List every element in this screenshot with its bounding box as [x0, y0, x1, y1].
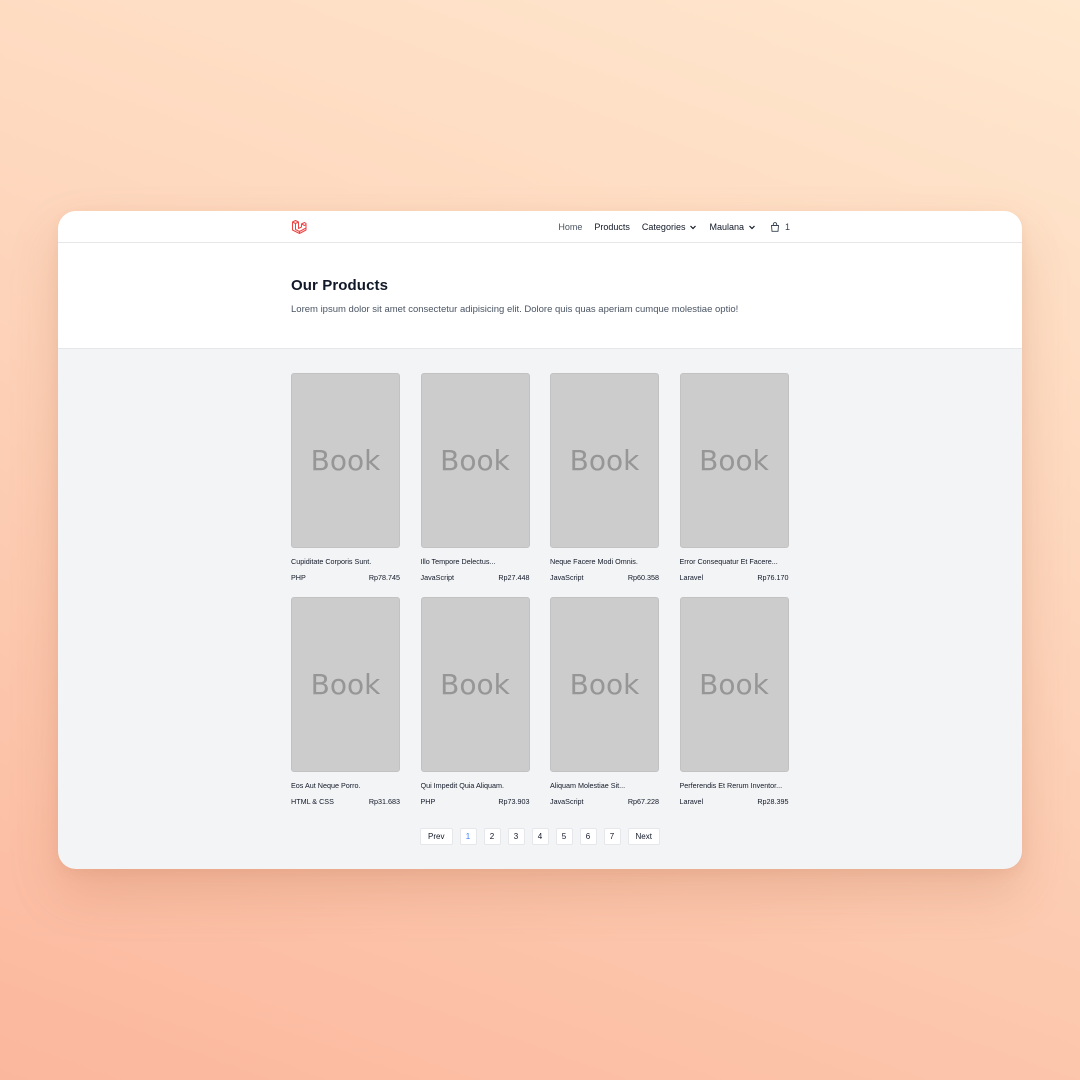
product-category: Laravel — [679, 797, 704, 806]
product-title[interactable]: Eos Aut Neque Porro. — [291, 781, 400, 790]
product-price: Rp73.903 — [498, 797, 530, 806]
product-cover-image[interactable]: Book — [291, 597, 400, 772]
product-title[interactable]: Qui Impedit Quia Aliquam. — [421, 781, 530, 790]
product-cover-placeholder: Book — [699, 444, 769, 477]
chevron-down-icon — [749, 225, 755, 230]
laravel-logo-icon[interactable] — [291, 219, 307, 235]
product-price: Rp76.170 — [757, 573, 789, 582]
product-price: Rp67.228 — [627, 797, 659, 806]
product-meta: PHP Rp78.745 — [291, 573, 400, 582]
product-card[interactable]: Book Qui Impedit Quia Aliquam. PHP Rp73.903 — [420, 597, 530, 806]
cart-count: 1 — [784, 222, 790, 232]
product-price: Rp28.395 — [757, 797, 789, 806]
product-price: Rp78.745 — [368, 573, 400, 582]
product-card[interactable]: Book Neque Facere Modi Omnis. JavaScript Rp… — [550, 373, 659, 582]
product-card[interactable]: Book Cupiditate Corporis Sunt. PHP Rp78.745 — [291, 373, 400, 582]
product-card[interactable]: Book Eos Aut Neque Porro. HTML & CSS Rp31.6… — [291, 597, 400, 806]
product-price: Rp31.683 — [368, 797, 400, 806]
pagination-next-button[interactable]: Next — [627, 828, 660, 845]
product-card[interactable]: Book Perferendis Et Rerum Inventor... Lara… — [679, 597, 789, 806]
product-meta: HTML & CSS Rp31.683 — [291, 797, 400, 806]
product-card[interactable]: Book Illo Tempore Delectus... JavaScript Rp… — [420, 373, 530, 582]
product-category: JavaScript — [550, 573, 584, 582]
product-card[interactable]: Book Aliquam Molestiae Sit... JavaScript Rp… — [550, 597, 659, 806]
product-cover-image[interactable]: Book — [420, 597, 530, 772]
pagination-page-button[interactable]: 2 — [483, 828, 501, 845]
product-cover-placeholder: Book — [569, 668, 640, 701]
product-title[interactable]: Illo Tempore Delectus... — [421, 557, 530, 566]
product-meta: Laravel Rp28.395 — [680, 797, 789, 806]
browser-window: Home Products Categories Maulana 1 Our P… — [58, 211, 1022, 869]
nav-products[interactable]: Products — [594, 222, 630, 232]
product-cover-image[interactable]: Book — [679, 597, 789, 772]
nav-categories-dropdown[interactable]: Categories — [642, 222, 698, 232]
navbar: Home Products Categories Maulana 1 — [58, 211, 1022, 243]
product-cover-placeholder: Book — [310, 668, 381, 701]
pagination-page-button[interactable]: 3 — [507, 828, 525, 845]
page-subtitle: Lorem ipsum dolor sit amet consectetur a… — [291, 304, 739, 315]
page-title: Our Products — [291, 277, 389, 294]
product-cover-placeholder: Book — [699, 668, 769, 701]
nav-user-dropdown[interactable]: Maulana — [709, 222, 756, 232]
product-title[interactable]: Neque Facere Modi Omnis. — [550, 557, 659, 566]
product-grid: Book Cupiditate Corporis Sunt. PHP Rp78.745… — [291, 373, 789, 806]
pagination-page-button[interactable]: 7 — [603, 828, 621, 845]
product-price: Rp60.358 — [627, 573, 659, 582]
main-nav: Home Products Categories Maulana 1 — [558, 211, 790, 243]
pagination-page-button[interactable]: 4 — [531, 828, 549, 845]
product-category: PHP — [420, 797, 436, 806]
product-title[interactable]: Error Consequatur Et Facere... — [680, 557, 789, 566]
chevron-down-icon — [690, 225, 697, 230]
nav-user-label: Maulana — [709, 222, 744, 232]
pagination-page-button[interactable]: 6 — [579, 828, 597, 845]
product-meta: JavaScript Rp27.448 — [421, 573, 530, 582]
product-title[interactable]: Cupiditate Corporis Sunt. — [291, 557, 400, 566]
product-cover-image[interactable]: Book — [291, 373, 400, 548]
product-title[interactable]: Aliquam Molestiae Sit... — [550, 781, 659, 790]
product-cover-image[interactable]: Book — [420, 373, 530, 548]
product-card[interactable]: Book Error Consequatur Et Facere... Larave… — [679, 373, 789, 582]
product-cover-placeholder: Book — [440, 444, 510, 477]
product-title[interactable]: Perferendis Et Rerum Inventor... — [680, 781, 789, 790]
product-category: HTML & CSS — [291, 797, 334, 806]
pagination: Prev 1 2 3 4 5 6 7 Next — [58, 828, 1022, 845]
product-category: JavaScript — [550, 797, 584, 806]
product-price: Rp27.448 — [498, 573, 530, 582]
product-category: JavaScript — [420, 573, 455, 582]
nav-categories-label: Categories — [641, 222, 686, 232]
product-category: Laravel — [679, 573, 704, 582]
product-cover-image[interactable]: Book — [550, 373, 659, 548]
product-cover-placeholder: Book — [310, 444, 381, 477]
product-category: PHP — [291, 573, 306, 582]
product-cover-image[interactable]: Book — [679, 373, 789, 548]
product-meta: JavaScript Rp60.358 — [550, 573, 659, 582]
product-meta: PHP Rp73.903 — [421, 797, 530, 806]
page-header: Our Products Lorem ipsum dolor sit amet … — [58, 243, 1022, 349]
shopping-bag-icon — [770, 222, 779, 232]
nav-home[interactable]: Home — [558, 222, 582, 232]
product-cover-placeholder: Book — [440, 668, 510, 701]
product-meta: Laravel Rp76.170 — [680, 573, 789, 582]
product-cover-image[interactable]: Book — [550, 597, 659, 772]
pagination-prev-button[interactable]: Prev — [420, 828, 453, 845]
cart-button[interactable]: 1 — [770, 222, 790, 232]
pagination-page-button[interactable]: 1 — [459, 828, 477, 845]
product-cover-placeholder: Book — [569, 444, 640, 477]
product-meta: JavaScript Rp67.228 — [550, 797, 659, 806]
pagination-page-button[interactable]: 5 — [555, 828, 573, 845]
